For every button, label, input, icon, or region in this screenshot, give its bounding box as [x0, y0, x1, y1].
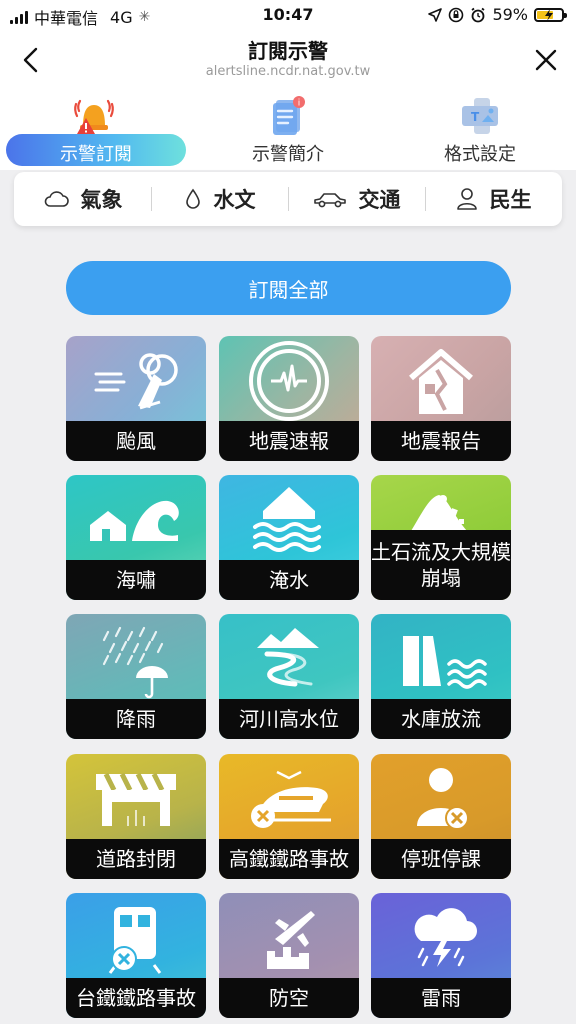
- cloud-icon: [44, 191, 69, 207]
- office-closure-icon: [417, 768, 469, 830]
- battery-icon: [534, 7, 567, 22]
- subscribe-all-button[interactable]: 訂閱全部: [66, 261, 511, 315]
- top-tabs: 示警訂閱 i 示警簡介 T 格式設定: [0, 90, 576, 170]
- close-button[interactable]: [530, 42, 562, 78]
- air-defense-icon: [267, 911, 315, 969]
- train-icon: [108, 907, 162, 974]
- tile-label: 停班停課: [371, 839, 511, 879]
- page-url: alertsline.ncdr.nat.gov.tw: [205, 64, 371, 79]
- tile-flood[interactable]: 淹水: [219, 475, 359, 600]
- battery-percent: 59%: [492, 5, 528, 24]
- tile-hsr-accident[interactable]: 高鐵鐵路事故: [219, 754, 359, 879]
- tile-thunderstorm[interactable]: 雷雨: [371, 893, 511, 1018]
- tile-label: 水庫放流: [371, 699, 511, 739]
- tile-label: 道路封閉: [66, 839, 206, 879]
- tile-label: 台鐵鐵路事故: [66, 978, 206, 1018]
- tile-label: 地震速報: [219, 421, 359, 461]
- tab-label: 示警簡介: [252, 144, 324, 165]
- flood-icon: [253, 487, 321, 552]
- rain-umbrella-icon: [102, 626, 168, 699]
- tile-label: 雷雨: [371, 978, 511, 1018]
- tile-label: 地震報告: [371, 421, 511, 461]
- category-label: 氣象: [80, 188, 123, 212]
- tile-label: 颱風: [66, 421, 206, 461]
- tab-format-settings[interactable]: T 格式設定: [390, 90, 570, 170]
- tile-label: 降雨: [66, 699, 206, 739]
- tile-typhoon[interactable]: 颱風: [66, 336, 206, 461]
- category-label: 交通: [358, 188, 401, 212]
- svg-text:T: T: [471, 110, 480, 124]
- category-traffic[interactable]: 交通: [288, 172, 425, 226]
- tile-label: 淹水: [219, 560, 359, 600]
- category-hydrology[interactable]: 水文: [151, 172, 288, 226]
- reservoir-icon: [403, 636, 487, 689]
- tab-label: 示警訂閱: [60, 144, 132, 165]
- tile-label: 海嘯: [66, 560, 206, 600]
- tile-tra-accident[interactable]: 台鐵鐵路事故: [66, 893, 206, 1018]
- high-speed-rail-icon: [251, 770, 331, 828]
- category-weather[interactable]: 氣象: [14, 172, 151, 226]
- tile-road-closure[interactable]: 道路封閉: [66, 754, 206, 879]
- damaged-house-icon: [409, 349, 473, 414]
- tile-debris-flow-landslide[interactable]: 土石流及大規模崩塌: [371, 475, 511, 600]
- tile-rainfall[interactable]: 降雨: [66, 614, 206, 739]
- tile-air-defense[interactable]: 防空: [219, 893, 359, 1018]
- orientation-lock-icon: [449, 7, 464, 22]
- tile-label: 防空: [219, 978, 359, 1018]
- tab-label: 格式設定: [444, 144, 516, 165]
- tile-river-high-water[interactable]: 河川高水位: [219, 614, 359, 739]
- format-icon: T: [462, 98, 498, 134]
- document-icon: i: [273, 96, 305, 135]
- seismograph-icon: [249, 341, 329, 421]
- typhoon-icon: [94, 353, 178, 410]
- category-bar: 氣象 水文 交通 民生: [14, 172, 562, 226]
- status-bar: 中華電信 4G ✳ 10:47 59%: [0, 0, 576, 32]
- category-label: 水文: [213, 188, 256, 212]
- person-icon: [456, 188, 477, 210]
- tile-label: 土石流及大規模崩塌: [371, 530, 511, 600]
- tab-alert-subscription[interactable]: 示警訂閱: [0, 90, 186, 170]
- alarm-bell-icon: [74, 99, 114, 134]
- close-icon: [535, 49, 557, 71]
- road-barrier-icon: [96, 772, 176, 826]
- river-icon: [257, 628, 319, 687]
- thunderstorm-icon: [414, 908, 477, 967]
- location-icon: [428, 7, 443, 22]
- nav-header: 訂閱示警 alertsline.ncdr.nat.gov.tw: [0, 32, 576, 90]
- tile-reservoir-release[interactable]: 水庫放流: [371, 614, 511, 739]
- tile-work-school-closure[interactable]: 停班停課: [371, 754, 511, 879]
- car-icon: [313, 193, 346, 208]
- tile-earthquake-early-warning[interactable]: 地震速報: [219, 336, 359, 461]
- landslide-icon: [411, 495, 467, 531]
- page-title: 訂閱示警: [248, 39, 328, 63]
- category-livelihood[interactable]: 民生: [425, 172, 562, 226]
- tile-label: 河川高水位: [219, 699, 359, 739]
- tile-earthquake-report[interactable]: 地震報告: [371, 336, 511, 461]
- svg-text:i: i: [298, 99, 301, 109]
- water-drop-icon: [185, 188, 200, 209]
- tile-tsunami[interactable]: 海嘯: [66, 475, 206, 600]
- tile-label: 高鐵鐵路事故: [219, 839, 359, 879]
- alarm-icon: [471, 7, 485, 22]
- tab-alert-introduction[interactable]: i 示警簡介: [198, 90, 378, 170]
- tsunami-icon: [90, 500, 179, 541]
- category-label: 民生: [489, 188, 532, 212]
